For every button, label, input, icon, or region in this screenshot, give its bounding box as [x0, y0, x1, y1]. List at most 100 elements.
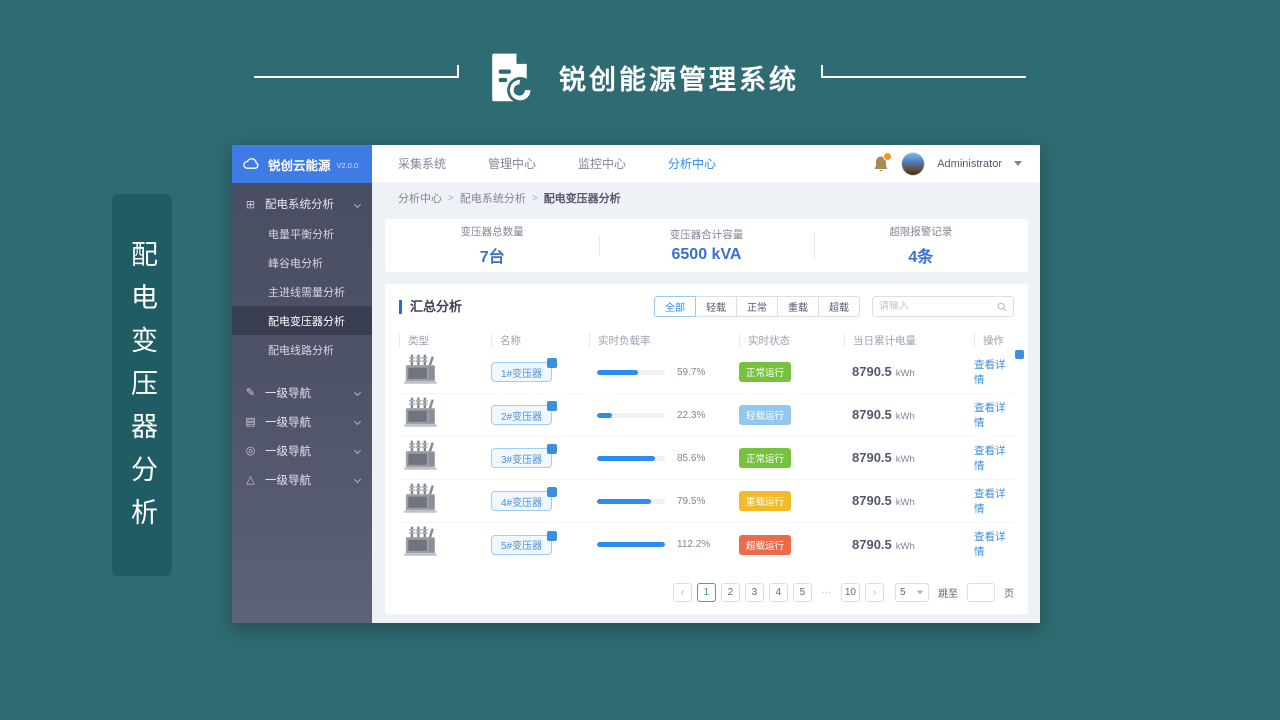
load-progress-bar	[597, 542, 665, 547]
banner-line-left	[254, 65, 459, 78]
table-row: 2#变压器 22.3% 轻载运行 8790.5 kWh 查看详情	[399, 394, 1014, 437]
transformer-name-chip[interactable]: 1#变压器	[491, 358, 558, 382]
col-header-status: 实时状态	[739, 332, 844, 348]
sidebar-item-main-line-demand[interactable]: 主进线需量分析	[232, 277, 372, 306]
jump-to-label: 跳至	[938, 589, 958, 600]
user-menu-caret-icon[interactable]	[1014, 161, 1022, 166]
sidebar-logo: 锐创云能源 V2.0.0	[232, 145, 372, 183]
filter-normal[interactable]: 正常	[736, 296, 778, 317]
cloud-icon	[243, 158, 259, 169]
summary-panel: 汇总分析 全部 轻载 正常 重载 超载 请输入 类型 名称 实时负载率 实时状态…	[385, 284, 1028, 614]
page-title: 锐创能源管理系统	[559, 64, 799, 95]
pagination-prev-button[interactable]: ‹	[672, 583, 692, 602]
filter-heavy-load[interactable]: 重载	[777, 296, 819, 317]
avatar[interactable]	[901, 151, 926, 176]
load-percentage: 79.5%	[677, 495, 706, 507]
sidebar-nav-2[interactable]: ▤ 一级导航	[232, 407, 372, 436]
status-badge: 轻载运行	[739, 405, 792, 425]
breadcrumb-item[interactable]: 配电系统分析	[460, 190, 526, 206]
username: Administrator	[937, 157, 1002, 170]
sidebar-item-line-analysis[interactable]: 配电线路分析	[232, 335, 372, 364]
sidebar-nav-4[interactable]: △ 一级导航	[232, 465, 372, 494]
table-row: 3#变压器 85.6% 正常运行 8790.5 kWh 查看详情	[399, 437, 1014, 480]
breadcrumb-current: 配电变压器分析	[543, 193, 621, 205]
chevron-down-icon	[353, 200, 362, 208]
tab-management-center[interactable]: 管理中心	[488, 155, 536, 172]
chart-badge-icon	[547, 487, 558, 497]
pagination-page-5[interactable]: 5	[792, 583, 812, 602]
view-details-link[interactable]: 查看详情	[974, 443, 1014, 473]
sidebar-item-peak-valley[interactable]: 峰谷电分析	[232, 248, 372, 277]
pagination-page-2[interactable]: 2	[720, 583, 740, 602]
breadcrumb: 分析中心 > 配电系统分析 > 配电变压器分析	[372, 183, 1040, 213]
sidebar-nav-1[interactable]: ✎ 一级导航	[232, 378, 372, 407]
page-size-select[interactable]: 5	[895, 583, 929, 602]
table-row: 5#变压器 112.2% 超载运行 8790.5 kWh 查看详情	[399, 523, 1014, 566]
view-details-link[interactable]: 查看详情	[974, 349, 1024, 387]
chevron-down-icon	[353, 475, 362, 484]
chevron-down-icon	[353, 417, 362, 426]
transformer-name-chip[interactable]: 2#变压器	[491, 401, 558, 425]
filter-button-group: 全部 轻载 正常 重载 超载	[654, 296, 860, 317]
filter-all[interactable]: 全部	[654, 296, 696, 317]
load-progress-bar	[597, 412, 665, 418]
pagination-page-3[interactable]: 3	[744, 583, 764, 602]
app-window: 锐创云能源 V2.0.0 ⊞ 配电系统分析 电量平衡分析 峰谷电分析 主进线需量…	[232, 145, 1040, 623]
chart-badge-icon	[547, 444, 558, 454]
energy-value: 8790.5	[852, 536, 892, 552]
transformer-image	[401, 521, 443, 563]
transformer-name-chip[interactable]: 4#变压器	[491, 487, 558, 511]
energy-unit: kWh	[895, 368, 915, 379]
load-percentage: 22.3%	[677, 409, 706, 421]
sidebar-group-distribution-analysis[interactable]: ⊞ 配电系统分析	[232, 189, 372, 219]
tab-analysis-center[interactable]: 分析中心	[668, 155, 716, 172]
energy-unit: kWh	[895, 540, 915, 552]
energy-unit: kWh	[895, 454, 915, 465]
transformer-name-chip[interactable]: 3#变压器	[491, 444, 558, 468]
pagination: ‹ 1 2 3 4 5 ··· 10 › 5 跳至 页	[672, 583, 1014, 602]
sidebar-item-transformer-analysis[interactable]: 配电变压器分析	[232, 306, 372, 335]
transformer-image	[401, 392, 443, 434]
chevron-down-icon	[916, 590, 924, 595]
status-badge: 正常运行	[739, 362, 792, 382]
search-icon[interactable]	[997, 302, 1007, 312]
vertical-page-label-text: 配电变压器分析	[127, 239, 157, 541]
sidebar-item-power-balance[interactable]: 电量平衡分析	[232, 219, 372, 248]
view-details-link[interactable]: 查看详情	[974, 486, 1014, 516]
sidebar-nav-3[interactable]: ◎ 一级导航	[232, 436, 372, 465]
breadcrumb-item[interactable]: 分析中心	[398, 190, 442, 206]
view-details-link[interactable]: 查看详情	[974, 400, 1014, 430]
pagination-page-4[interactable]: 4	[768, 583, 788, 602]
filter-overload[interactable]: 超载	[818, 296, 860, 317]
load-percentage: 112.2%	[677, 539, 711, 550]
jump-page-input[interactable]	[967, 583, 995, 602]
col-header-energy: 当日累计电量	[844, 332, 974, 348]
tab-monitoring-center[interactable]: 监控中心	[578, 155, 626, 172]
view-details-link[interactable]: 查看详情	[974, 529, 1014, 559]
stat-transformer-count: 变压器总数量 7台	[460, 226, 524, 266]
transformer-image	[401, 435, 443, 477]
status-badge: 超载运行	[739, 534, 792, 555]
pagination-next-button[interactable]: ›	[865, 583, 884, 602]
energy-unit: kWh	[895, 497, 915, 508]
check-circle-icon: ◎	[245, 445, 256, 457]
col-header-name: 名称	[491, 332, 589, 348]
vertical-page-label: 配电变压器分析	[112, 194, 172, 576]
pagination-page-10[interactable]: 10	[840, 583, 860, 602]
transformer-name-chip[interactable]: 5#变压器	[491, 530, 558, 555]
stat-total-capacity: 变压器合计容量 6500 kVA	[599, 227, 813, 264]
energy-unit: kWh	[895, 411, 915, 422]
notification-bell-icon[interactable]	[873, 151, 893, 173]
col-header-type: 类型	[399, 332, 491, 348]
banner-line-right	[821, 65, 1026, 78]
pagination-page-1[interactable]: 1	[696, 583, 716, 602]
stat-alarm-records: 超限报警记录 4条	[813, 224, 1028, 267]
chart-badge-icon	[547, 401, 558, 411]
search-input[interactable]	[879, 301, 997, 312]
tab-collection-system[interactable]: 采集系统	[398, 155, 446, 172]
filter-light-load[interactable]: 轻载	[695, 296, 737, 317]
status-badge: 重载运行	[739, 491, 792, 511]
document-energy-logo-icon	[492, 53, 534, 104]
breadcrumb-separator: >	[531, 192, 538, 204]
table-header-row: 类型 名称 实时负载率 实时状态 当日累计电量 操作	[399, 329, 1014, 351]
